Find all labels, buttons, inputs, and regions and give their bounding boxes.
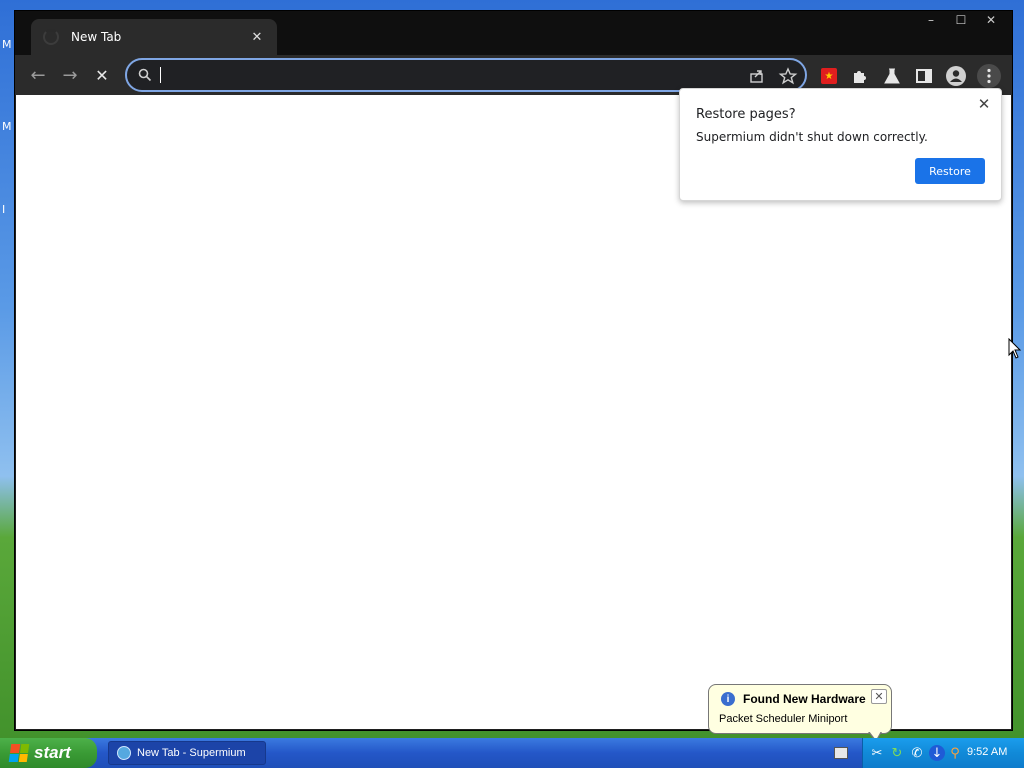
refresh-icon[interactable]: ↻ xyxy=(889,745,905,761)
text-caret xyxy=(160,67,161,83)
close-icon[interactable]: ✕ xyxy=(871,689,887,704)
loading-spinner-icon xyxy=(43,29,59,45)
close-window-button[interactable]: ✕ xyxy=(976,11,1006,29)
system-tray: ✂ ↻ ✆ ↓ ⚲ 9:52 AM xyxy=(862,738,1024,768)
mouse-cursor-icon xyxy=(1008,338,1022,359)
dialog-title: Restore pages? xyxy=(696,107,796,122)
extensions-puzzle-icon[interactable] xyxy=(849,65,871,87)
tab-new-tab[interactable]: New Tab ✕ xyxy=(31,19,277,55)
start-button[interactable]: start xyxy=(0,738,97,768)
windows-logo-icon xyxy=(8,744,30,762)
extension-flag-icon[interactable]: ★ xyxy=(821,68,837,84)
phone-icon[interactable]: ✆ xyxy=(909,745,925,761)
notification-title: Found New Hardware xyxy=(743,692,866,706)
back-button[interactable]: ← xyxy=(26,63,50,87)
desktop-icon-label: I xyxy=(2,203,6,216)
desktop-icon-label: M xyxy=(2,120,12,133)
start-label: start xyxy=(34,743,71,762)
taskbar-item-supermium[interactable]: New Tab - Supermium xyxy=(108,741,266,765)
share-icon[interactable] xyxy=(747,66,767,86)
restore-pages-dialog: Restore pages? Supermium didn't shut dow… xyxy=(679,88,1002,201)
browser-globe-icon xyxy=(117,746,131,760)
tab-title: New Tab xyxy=(71,30,122,44)
keyboard-icon[interactable] xyxy=(834,747,848,759)
restore-button[interactable]: Restore xyxy=(915,158,985,184)
labs-flask-icon[interactable] xyxy=(881,65,903,87)
omnibox[interactable] xyxy=(125,58,807,92)
info-icon: i xyxy=(721,692,735,706)
close-icon[interactable]: ✕ xyxy=(975,95,993,113)
network-icon[interactable]: ✂ xyxy=(869,745,885,761)
taskbar-item-label: New Tab - Supermium xyxy=(137,747,246,759)
address-input[interactable] xyxy=(159,64,739,86)
maximize-button[interactable]: ☐ xyxy=(946,11,976,29)
search-icon[interactable]: ⚲ xyxy=(947,745,963,761)
forward-button[interactable]: → xyxy=(58,63,82,87)
close-icon[interactable]: ✕ xyxy=(249,29,265,45)
notification-balloon[interactable]: i Found New Hardware Packet Scheduler Mi… xyxy=(708,684,892,734)
window-controls: – ☐ ✕ xyxy=(916,11,1006,29)
notification-text: Packet Scheduler Miniport xyxy=(719,713,848,725)
download-icon[interactable]: ↓ xyxy=(929,745,945,761)
menu-kebab-icon[interactable] xyxy=(977,64,1001,88)
minimize-button[interactable]: – xyxy=(916,11,946,29)
clock: 9:52 AM xyxy=(967,746,1008,758)
side-panel-icon[interactable] xyxy=(913,65,935,87)
bookmark-star-icon[interactable] xyxy=(778,66,798,86)
search-icon xyxy=(138,68,152,82)
dialog-message: Supermium didn't shut down correctly. xyxy=(696,130,928,144)
stop-button[interactable]: ✕ xyxy=(90,63,114,87)
title-bar: New Tab ✕ – ☐ ✕ xyxy=(15,11,1012,55)
desktop-icon-label: M xyxy=(2,38,12,51)
profile-avatar-icon[interactable] xyxy=(946,66,966,86)
taskbar: start New Tab - Supermium ✂ ↻ ✆ ↓ ⚲ 9:52… xyxy=(0,738,1024,768)
